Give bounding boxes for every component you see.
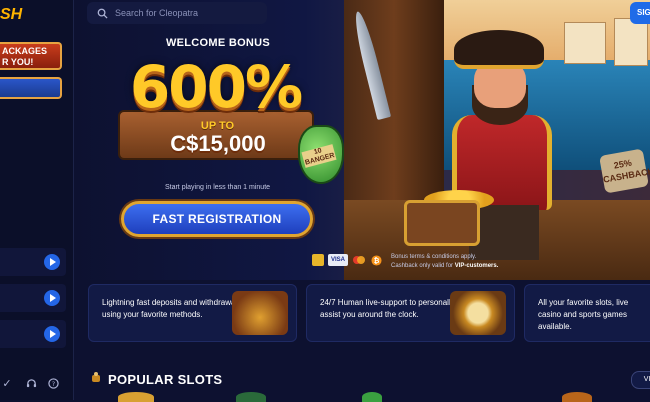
check-icon[interactable]: ✓ — [0, 376, 14, 390]
promo-banner-secondary[interactable] — [0, 77, 62, 99]
sidebar-item[interactable] — [0, 248, 66, 276]
trophy-icon — [89, 371, 103, 385]
ship-sail — [564, 22, 606, 64]
welcome-bonus-title: WELCOME BONUS — [165, 37, 271, 49]
compass-icon — [450, 291, 506, 335]
site-logo[interactable]: SH — [0, 6, 22, 26]
pirate-hat — [454, 30, 544, 69]
slot-thumbnail[interactable] — [362, 392, 382, 402]
search-input[interactable] — [111, 7, 257, 19]
promo-banner-label: ACKAGES R YOU! — [2, 46, 48, 67]
mastercard-icon — [352, 254, 366, 266]
play-icon[interactable] — [44, 254, 60, 270]
view-all-button[interactable]: VI — [631, 371, 650, 389]
sidebar-item[interactable] — [0, 284, 66, 312]
sidebar-bottom-bar: ✓ ? — [0, 372, 73, 394]
bonus-terms: Bonus terms & conditions apply. Cashback… — [391, 253, 531, 271]
popular-slots-heading: POPULAR SLOTS — [108, 372, 223, 387]
help-icon[interactable]: ? — [46, 376, 60, 390]
headset-icon[interactable] — [24, 376, 38, 390]
feature-card-support: 24/7 Human live-support to personally as… — [306, 284, 515, 342]
cashback-tag: 25% CASHBACK — [599, 148, 650, 194]
bitcoin-icon: ₿ — [370, 254, 382, 266]
feature-card-deposits: Lightning fast deposits and withdrawals … — [88, 284, 297, 342]
card-chip-icon — [312, 254, 324, 266]
ship-sail — [614, 18, 648, 66]
search-bar[interactable] — [87, 2, 267, 24]
slot-thumbnail[interactable] — [118, 392, 154, 402]
search-icon — [93, 4, 111, 22]
feature-text: Lightning fast deposits and withdrawals … — [102, 298, 242, 319]
svg-text:₿: ₿ — [373, 256, 379, 264]
fast-registration-button[interactable]: FAST REGISTRATION — [121, 201, 313, 237]
feature-text: All your favorite slots, live casino and… — [538, 298, 629, 331]
terms-line: Bonus terms & conditions apply. — [391, 254, 477, 260]
sidebar: SH ACKAGES R YOU! ✓ ? — [0, 0, 74, 400]
bonus-amount: C$15,000 — [170, 131, 266, 156]
terms-line: Cashback only valid for VIP-customers. — [391, 262, 531, 271]
treasure-chest-icon — [232, 291, 288, 335]
promo-banner-packages[interactable]: ACKAGES R YOU! — [0, 42, 62, 70]
play-icon[interactable] — [44, 290, 60, 306]
vip-link[interactable]: VIP-customers. — [455, 263, 499, 269]
start-playing-note: Start playing in less than 1 minute — [164, 184, 271, 191]
sidebar-item[interactable] — [0, 320, 66, 348]
sign-in-button[interactable]: SIG — [630, 2, 650, 24]
visa-icon: VISA — [328, 254, 348, 266]
bonus-percent: 600% — [129, 53, 303, 121]
slot-thumbnail[interactable] — [562, 392, 592, 402]
play-icon[interactable] — [44, 326, 60, 342]
payment-methods: VISA ₿ — [312, 254, 382, 268]
svg-text:?: ? — [51, 379, 54, 387]
terms-line-text: Cashback only valid for — [391, 263, 454, 269]
feature-card-games: All your favorite slots, live casino and… — [524, 284, 650, 342]
treasure-chest — [404, 200, 480, 246]
feature-text: 24/7 Human live-support to personally as… — [320, 298, 455, 319]
slot-thumbnail[interactable] — [236, 392, 266, 402]
